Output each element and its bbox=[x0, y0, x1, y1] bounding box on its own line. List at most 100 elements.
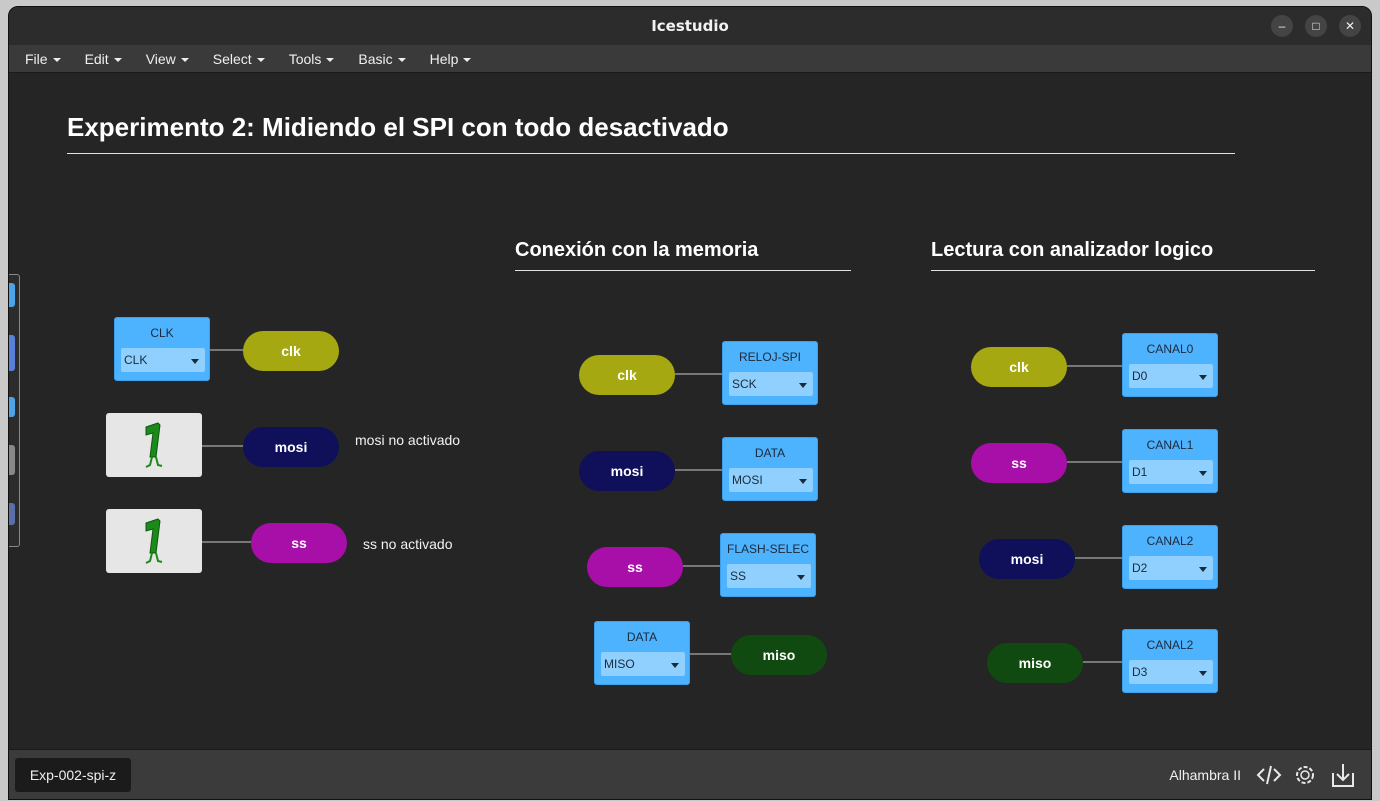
block-label: CLK bbox=[150, 326, 174, 340]
wire[interactable] bbox=[1067, 461, 1123, 463]
pin-select[interactable]: CLK bbox=[121, 348, 205, 372]
wire[interactable] bbox=[210, 349, 244, 351]
wire[interactable] bbox=[1067, 365, 1123, 367]
block-label: DATA bbox=[754, 446, 786, 460]
pin-select-value: CLK bbox=[124, 353, 148, 367]
label-ss[interactable]: ss bbox=[971, 443, 1067, 483]
wire[interactable] bbox=[202, 445, 244, 447]
chevron-down-icon bbox=[256, 57, 265, 62]
reloj-spi-output-block[interactable]: RELOJ-SPI SCK bbox=[722, 341, 818, 405]
wire[interactable] bbox=[675, 373, 723, 375]
wire[interactable] bbox=[1083, 661, 1123, 663]
toolbar-indicator[interactable] bbox=[9, 335, 15, 371]
chevron-down-icon bbox=[326, 57, 335, 62]
pin-select[interactable]: SCK bbox=[729, 372, 813, 396]
menu-file[interactable]: File bbox=[13, 51, 73, 67]
clk-input-block[interactable]: CLK CLK bbox=[114, 317, 210, 381]
block-label: DATA bbox=[626, 630, 658, 644]
flash-selec-output-block[interactable]: FLASH-SELEC SS bbox=[720, 533, 816, 597]
canal0-output-block[interactable]: CANAL0 D0 bbox=[1122, 333, 1218, 397]
pin-select[interactable]: D0 bbox=[1129, 364, 1213, 388]
pin-select[interactable]: D3 bbox=[1129, 660, 1213, 684]
label-ss[interactable]: ss bbox=[251, 523, 347, 563]
menu-view[interactable]: View bbox=[134, 51, 201, 67]
data-miso-input-block[interactable]: DATA MISO bbox=[594, 621, 690, 685]
menu-select[interactable]: Select bbox=[201, 51, 277, 67]
maximize-button[interactable]: □ bbox=[1305, 15, 1327, 37]
canal2-output-block[interactable]: CANAL2 D2 bbox=[1122, 525, 1218, 589]
close-button[interactable]: ✕ bbox=[1339, 15, 1361, 37]
toolbar-indicator[interactable] bbox=[9, 445, 15, 475]
canal1-output-block[interactable]: CANAL1 D1 bbox=[1122, 429, 1218, 493]
gear-icon[interactable] bbox=[1291, 761, 1319, 789]
pin-select[interactable]: D2 bbox=[1129, 556, 1213, 580]
pin-select-value: D2 bbox=[1132, 561, 1148, 575]
menu-edit[interactable]: Edit bbox=[73, 51, 134, 67]
pin-select-value: D1 bbox=[1132, 465, 1148, 479]
menu-tools[interactable]: Tools bbox=[277, 51, 347, 67]
menu-help[interactable]: Help bbox=[418, 51, 484, 67]
status-bar: Exp-002-spi-z Alhambra II bbox=[9, 749, 1371, 799]
code-icon[interactable] bbox=[1255, 761, 1283, 789]
chevron-down-icon bbox=[799, 383, 807, 388]
pin-select-value: SS bbox=[730, 569, 747, 583]
chevron-down-icon bbox=[797, 575, 805, 580]
chevron-down-icon bbox=[1199, 471, 1207, 476]
label-mosi[interactable]: mosi bbox=[579, 451, 675, 491]
constant-one-icon bbox=[145, 422, 163, 468]
wire[interactable] bbox=[202, 541, 252, 543]
label-clk[interactable]: clk bbox=[579, 355, 675, 395]
menu-edit-label: Edit bbox=[84, 50, 109, 67]
label-miso[interactable]: miso bbox=[731, 635, 827, 675]
pin-select[interactable]: D1 bbox=[1129, 460, 1213, 484]
chevron-down-icon bbox=[1199, 567, 1207, 572]
chevron-down-icon bbox=[180, 57, 189, 62]
block-label: FLASH-SELEC bbox=[726, 542, 810, 556]
menu-view-label: View bbox=[145, 50, 176, 67]
label-miso[interactable]: miso bbox=[987, 643, 1083, 683]
pin-select[interactable]: MOSI bbox=[729, 468, 813, 492]
pin-select[interactable]: SS bbox=[727, 564, 811, 588]
wire[interactable] bbox=[683, 565, 721, 567]
label-mosi[interactable]: mosi bbox=[979, 539, 1075, 579]
menu-basic[interactable]: Basic bbox=[346, 51, 417, 67]
board-name[interactable]: Alhambra II bbox=[1169, 767, 1241, 783]
constant-one-block[interactable] bbox=[106, 509, 202, 573]
menu-file-label: File bbox=[25, 50, 48, 67]
toolbar-indicator[interactable] bbox=[9, 397, 15, 417]
design-canvas[interactable]: Experimento 2: Midiendo el SPI con todo … bbox=[9, 74, 1371, 749]
menu-basic-label: Basic bbox=[358, 50, 393, 67]
section-memory-underline bbox=[515, 270, 851, 271]
label-mosi[interactable]: mosi bbox=[243, 427, 339, 467]
minimize-button[interactable]: – bbox=[1271, 15, 1293, 37]
section-analyzer-underline bbox=[931, 270, 1315, 271]
constant-one-icon bbox=[145, 518, 163, 564]
wire[interactable] bbox=[1075, 557, 1123, 559]
comment-mosi: mosi no activado bbox=[355, 432, 461, 448]
left-side-toolbar[interactable] bbox=[9, 274, 20, 547]
comment-ss: ss no activado bbox=[363, 536, 453, 552]
file-tab[interactable]: Exp-002-spi-z bbox=[15, 758, 131, 792]
wire[interactable] bbox=[675, 469, 723, 471]
chevron-down-icon bbox=[191, 359, 199, 364]
constant-one-block[interactable] bbox=[106, 413, 202, 477]
title-bar: Icestudio – □ ✕ bbox=[9, 7, 1371, 45]
chevron-down-icon bbox=[1199, 671, 1207, 676]
block-label: CANAL1 bbox=[1146, 438, 1194, 452]
download-icon[interactable] bbox=[1329, 761, 1357, 789]
chevron-down-icon bbox=[397, 57, 406, 62]
chevron-down-icon bbox=[671, 663, 679, 668]
label-clk[interactable]: clk bbox=[243, 331, 339, 371]
chevron-down-icon bbox=[463, 57, 472, 62]
data-mosi-output-block[interactable]: DATA MOSI bbox=[722, 437, 818, 501]
label-ss[interactable]: ss bbox=[587, 547, 683, 587]
block-label: CANAL2 bbox=[1146, 534, 1194, 548]
pin-select[interactable]: MISO bbox=[601, 652, 685, 676]
pin-select-value: SCK bbox=[732, 377, 757, 391]
canal3-output-block[interactable]: CANAL2 D3 bbox=[1122, 629, 1218, 693]
toolbar-indicator[interactable] bbox=[9, 283, 15, 307]
label-clk[interactable]: clk bbox=[971, 347, 1067, 387]
toolbar-indicator[interactable] bbox=[9, 503, 15, 525]
wire[interactable] bbox=[690, 653, 732, 655]
chevron-down-icon bbox=[52, 57, 61, 62]
